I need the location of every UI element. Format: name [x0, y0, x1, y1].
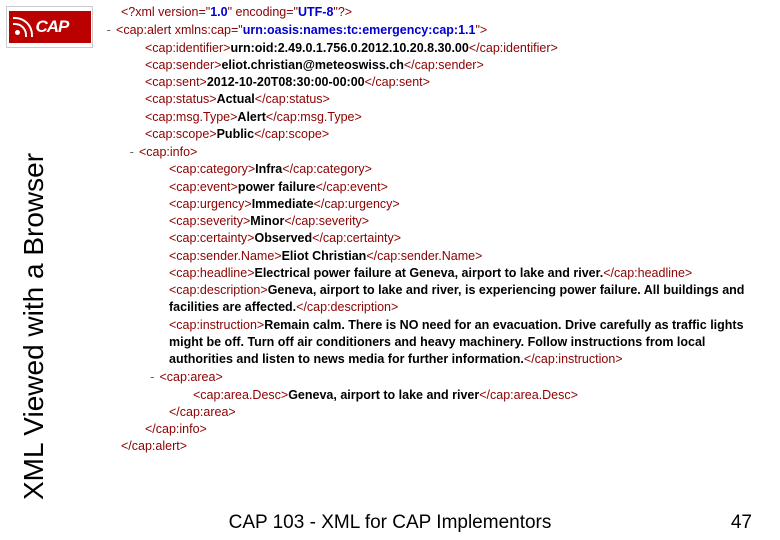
xml-decl-encoding: UTF-8 — [298, 5, 333, 19]
scope-value: Public — [217, 127, 255, 141]
xml-decl-version: 1.0 — [210, 5, 227, 19]
certainty-value: Observed — [254, 231, 312, 245]
urgency-value: Immediate — [252, 197, 314, 211]
category-value: Infra — [255, 162, 282, 176]
xml-content: <?xml version="1.0" encoding="UTF-8"?> -… — [105, 4, 770, 456]
status-value: Actual — [217, 92, 255, 106]
identifier-value: urn:oid:2.49.0.1.756.0.2012.10.20.8.30.0… — [230, 41, 468, 55]
sendername-value: Eliot Christian — [282, 249, 367, 263]
sender-value: eliot.christian@meteoswiss.ch — [221, 58, 403, 72]
slide-vertical-title: XML Viewed with a Browser — [18, 153, 50, 500]
cap-logo: CAP — [6, 6, 93, 48]
sent-value: 2012-10-20T08:30:00-00:00 — [207, 75, 365, 89]
xmlns-value: urn:oasis:names:tc:emergency:cap:1.1 — [243, 23, 476, 37]
slide-page-number: 47 — [731, 512, 752, 534]
areadesc-value: Geneva, airport to lake and river — [288, 388, 479, 402]
headline-value: Electrical power failure at Geneva, airp… — [255, 266, 604, 280]
logo-text: CAP — [36, 17, 69, 37]
severity-value: Minor — [250, 214, 284, 228]
msgtype-value: Alert — [237, 110, 265, 124]
slide-footer: CAP 103 - XML for CAP Implementors — [0, 512, 780, 534]
event-value: power failure — [238, 180, 316, 194]
